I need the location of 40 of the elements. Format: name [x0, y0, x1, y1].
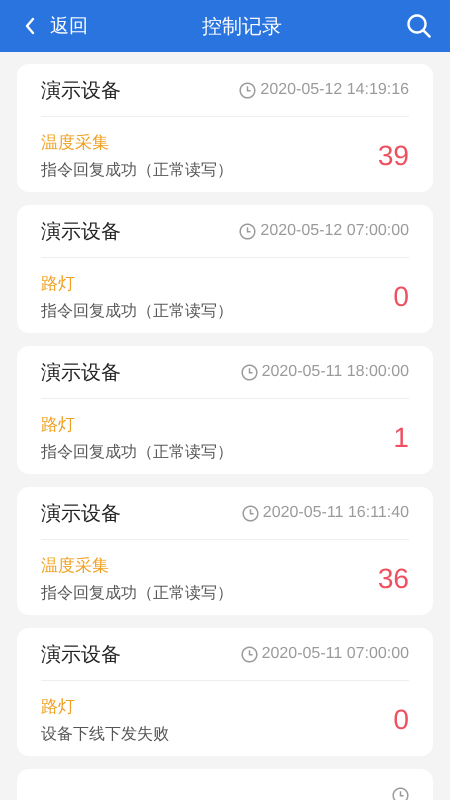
- timestamp: 2020-05-11 18:00:00: [262, 363, 409, 381]
- timestamp: 2020-05-11 16:11:40: [262, 504, 409, 522]
- device-name: 演示设备: [41, 640, 121, 668]
- page-title: 控制记录: [202, 12, 282, 40]
- timestamp: 2020-05-12 14:19:16: [260, 81, 409, 99]
- record-card[interactable]: 演示设备 2020-05-11 16:11:40 温度采集 指令回复成功（正常读写） 36: [17, 487, 433, 615]
- search-icon[interactable]: [406, 13, 432, 39]
- back-chevron-icon: [24, 17, 36, 35]
- record-card[interactable]: 演示设备 2020-05-11 07:00:00 路灯 设备下线下发失败 0: [17, 628, 433, 756]
- control-type: 路灯: [41, 696, 76, 718]
- status-text: 指令回复成功（正常读写）: [41, 160, 233, 181]
- record-card[interactable]: 演示设备 2020-05-12 07:00:00 路灯 指令回复成功（正常读写） 0: [17, 205, 433, 333]
- control-value: 39: [378, 140, 409, 172]
- control-value: 1: [393, 422, 409, 454]
- clock-icon: [240, 646, 258, 662]
- device-name: 演示设备: [41, 76, 121, 104]
- control-value: 36: [378, 563, 409, 595]
- control-type: 温度采集: [41, 555, 110, 577]
- status-text: 设备下线下发失败: [41, 724, 169, 745]
- clock-icon: [240, 364, 258, 380]
- control-type: 路灯: [41, 414, 76, 436]
- control-type: 温度采集: [41, 132, 110, 154]
- clock-icon: [239, 82, 256, 98]
- record-card[interactable]: 演示设备 2020-05-12 14:19:16 温度采集 指令回复成功（正常读写） 39: [17, 64, 433, 192]
- device-name: 演示设备: [41, 358, 121, 386]
- control-type: 路灯: [41, 273, 76, 295]
- control-value: 0: [393, 281, 409, 313]
- device-name: 演示设备: [41, 218, 121, 244]
- record-card[interactable]: 演示设备 2020-05-11 18:00:00 路灯 指令回复成功（正常读写） 1: [17, 346, 433, 474]
- status-text: 指令回复成功（正常读写）: [41, 583, 233, 604]
- clock-icon: [239, 222, 256, 240]
- timestamp: 2020-05-12 07:00:00: [260, 222, 409, 240]
- clock-icon: [392, 786, 409, 800]
- control-value: 0: [393, 704, 409, 736]
- device-name: 演示设备: [41, 500, 121, 526]
- timestamp: 2020-05-11 07:00:00: [262, 645, 409, 663]
- clock-icon: [242, 504, 259, 522]
- back-button[interactable]: 返回: [24, 13, 88, 39]
- status-text: 指令回复成功（正常读写）: [41, 442, 233, 463]
- status-text: 指令回复成功（正常读写）: [41, 301, 233, 322]
